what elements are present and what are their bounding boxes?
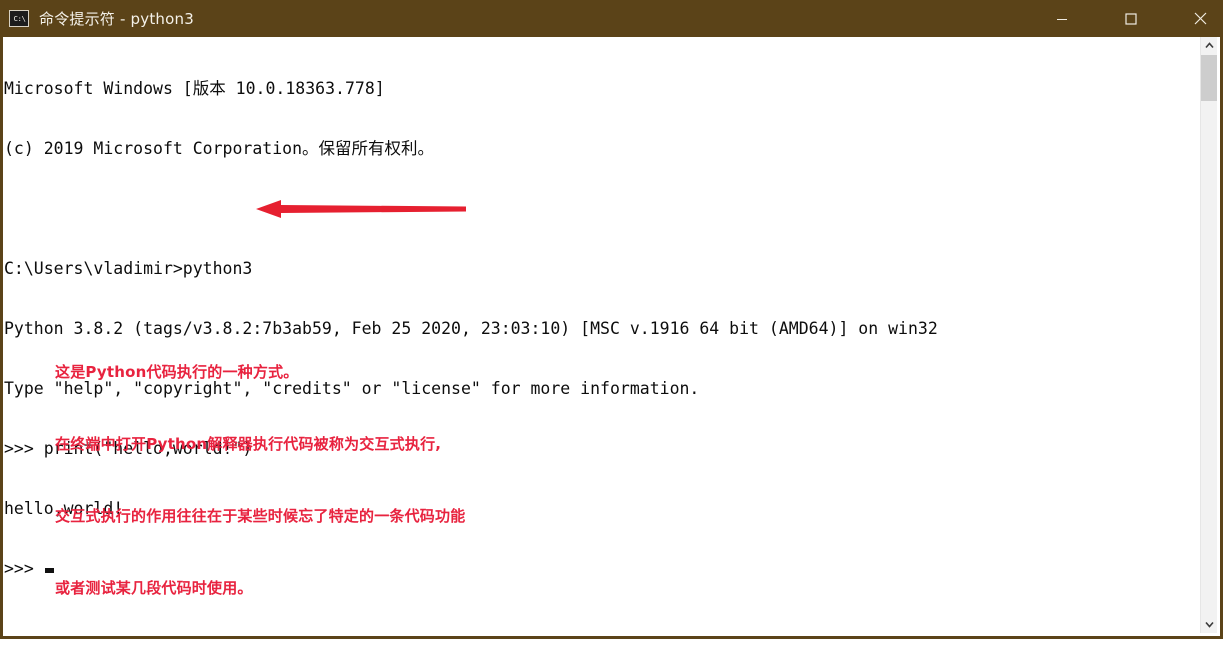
console-icon: C:\	[9, 10, 29, 27]
scroll-down-button[interactable]	[1201, 616, 1217, 633]
scroll-up-button[interactable]	[1201, 37, 1217, 54]
command-prompt-window: C:\ 命令提示符 - python3 Microsoft Windows [版…	[0, 0, 1223, 639]
chevron-up-icon	[1204, 42, 1214, 49]
annotation-line: 交互式执行的作用往往在于某些时候忘了特定的一条代码功能	[55, 507, 466, 525]
console-prompt: >>>	[4, 559, 44, 578]
minimize-icon	[1057, 18, 1067, 20]
console-line: Microsoft Windows [版本 10.0.18363.778]	[4, 79, 385, 98]
vertical-scrollbar[interactable]	[1200, 37, 1217, 633]
annotation-line: 这是Python代码执行的一种方式。	[55, 363, 299, 381]
scrollbar-track[interactable]	[1201, 54, 1217, 616]
maximize-button[interactable]	[1108, 0, 1154, 37]
window-title: 命令提示符 - python3	[39, 10, 194, 28]
close-button[interactable]	[1177, 0, 1223, 37]
title-bar[interactable]: C:\ 命令提示符 - python3	[0, 0, 1223, 37]
annotation-text: 这是Python代码执行的一种方式。 在终端中打开Python解释器执行代码被称…	[55, 312, 465, 648]
annotation-line: 在终端中打开Python解释器执行代码被称为交互式执行,	[55, 435, 442, 453]
minimize-button[interactable]	[1039, 0, 1085, 37]
annotation-line: 或者测试某几段代码时使用。	[55, 579, 253, 597]
console-icon-glyph: C:\	[13, 13, 25, 23]
close-icon	[1194, 12, 1206, 25]
chevron-down-icon	[1204, 621, 1214, 628]
console-line: C:\Users\vladimir>python3	[4, 259, 253, 278]
maximize-icon	[1125, 12, 1137, 25]
scrollbar-thumb[interactable]	[1201, 55, 1217, 101]
block-cursor	[44, 568, 54, 573]
window-client-area: Microsoft Windows [版本 10.0.18363.778] (c…	[0, 37, 1223, 639]
console-line: (c) 2019 Microsoft Corporation。保留所有权利。	[4, 139, 435, 158]
